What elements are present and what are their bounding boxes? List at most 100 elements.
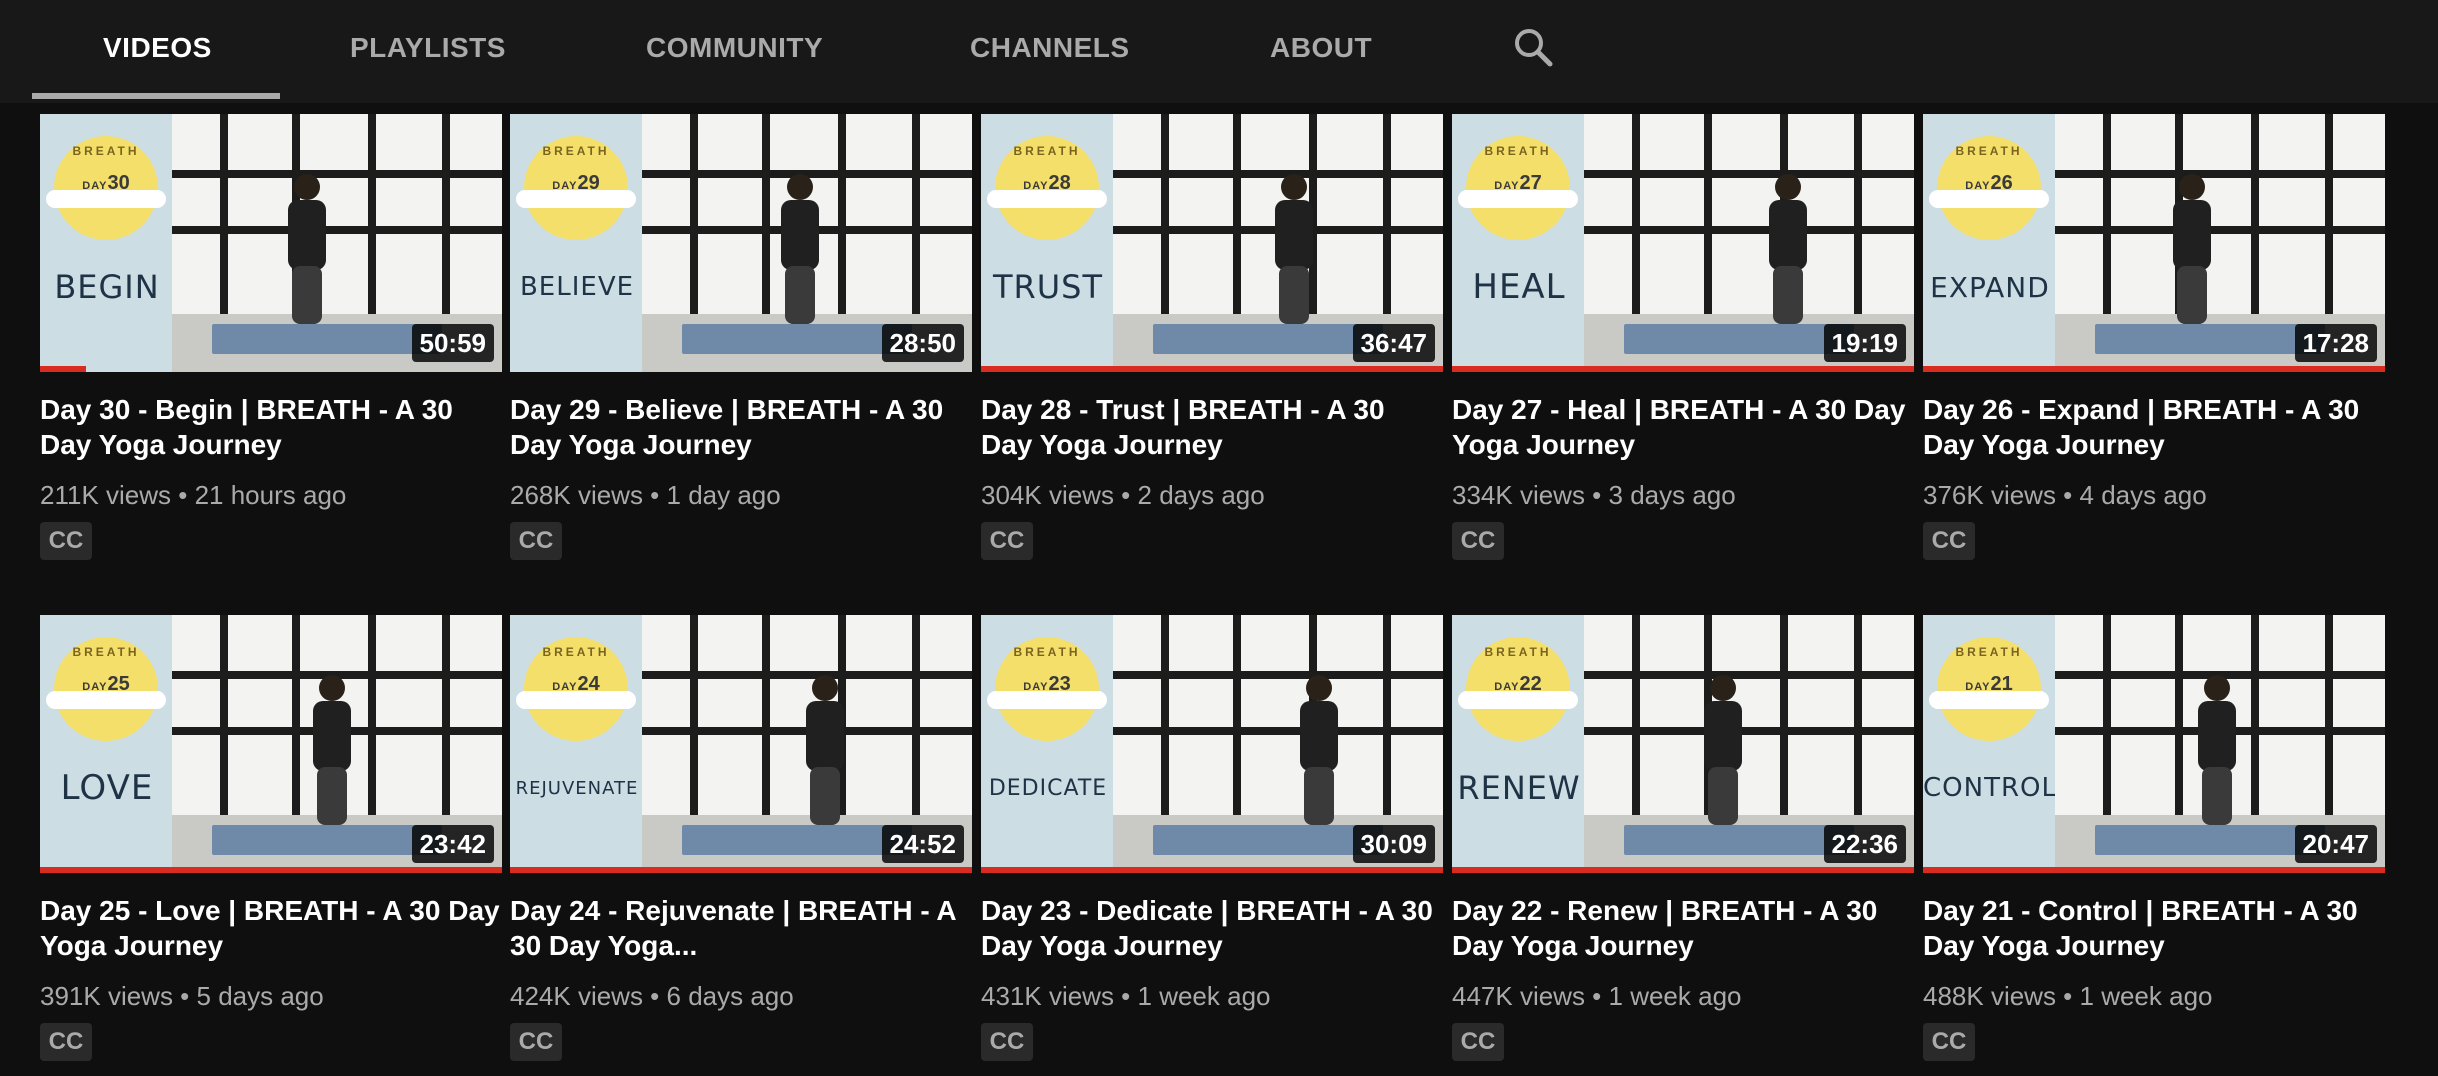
person-body (1300, 701, 1338, 771)
duration-badge: 36:47 (1352, 324, 1435, 362)
video-card[interactable]: BREATH DAY25 LOVE 23:42 Day 25 - Love | … (40, 615, 502, 1065)
video-title[interactable]: Day 21 - Control | BREATH - A 30 Day Yog… (1923, 893, 2385, 963)
person-legs (810, 767, 840, 825)
video-title[interactable]: Day 30 - Begin | BREATH - A 30 Day Yoga … (40, 392, 502, 462)
tab-videos[interactable]: VIDEOS (103, 32, 212, 72)
thumbnail-day-number: DAY23 (981, 673, 1113, 696)
duration-badge: 19:19 (1823, 324, 1906, 362)
series-label: BREATH (72, 645, 140, 659)
video-thumbnail[interactable]: BREATH DAY27 HEAL 19:19 (1452, 114, 1914, 372)
video-card[interactable]: BREATH DAY28 TRUST 36:47 Day 28 - Trust … (981, 114, 1443, 564)
person-legs (1279, 266, 1309, 324)
tab-about[interactable]: ABOUT (1270, 32, 1372, 72)
yoga-mat (2095, 825, 2325, 855)
video-card[interactable]: BREATH DAY30 BEGIN 50:59 Day 30 - Begin … (40, 114, 502, 564)
thumbnail-day-prefix: DAY (1965, 180, 1991, 192)
watch-progress-bar (40, 867, 502, 873)
thumbnail-day-number: DAY21 (1923, 673, 2055, 696)
yoga-mat (682, 324, 912, 354)
video-title[interactable]: Day 28 - Trust | BREATH - A 30 Day Yoga … (981, 392, 1443, 462)
yoga-mat (1153, 324, 1383, 354)
thumbnail-day-value: 29 (577, 172, 600, 194)
thumbnail-title-panel: BREATH DAY21 CONTROL (1923, 615, 2056, 873)
video-title[interactable]: Day 29 - Believe | BREATH - A 30 Day Yog… (510, 392, 972, 462)
video-thumbnail[interactable]: BREATH DAY26 EXPAND 17:28 (1923, 114, 2385, 372)
video-card[interactable]: BREATH DAY21 CONTROL 20:47 Day 21 - Cont… (1923, 615, 2385, 1065)
video-card[interactable]: BREATH DAY23 DEDICATE 30:09 Day 23 - Ded… (981, 615, 1443, 1065)
person-head (1281, 174, 1307, 200)
thumbnail-word: TRUST (992, 268, 1104, 306)
video-metadata: 447K views • 1 week ago (1452, 981, 1742, 1011)
video-metadata: 268K views • 1 day ago (510, 480, 781, 510)
video-card[interactable]: BREATH DAY24 REJUVENATE 24:52 Day 24 - R… (510, 615, 972, 1065)
video-title[interactable]: Day 26 - Expand | BREATH - A 30 Day Yoga… (1923, 392, 2385, 462)
video-thumbnail[interactable]: BREATH DAY23 DEDICATE 30:09 (981, 615, 1443, 873)
person-legs (292, 266, 322, 324)
cc-badge: CC (1452, 522, 1504, 560)
series-label: BREATH (1955, 645, 2023, 659)
video-title[interactable]: Day 24 - Rejuvenate | BREATH - A 30 Day … (510, 893, 972, 963)
cc-badge: CC (1923, 1023, 1975, 1061)
video-thumbnail[interactable]: BREATH DAY28 TRUST 36:47 (981, 114, 1443, 372)
video-thumbnail[interactable]: BREATH DAY30 BEGIN 50:59 (40, 114, 502, 372)
tab-playlists[interactable]: PLAYLISTS (350, 32, 506, 72)
video-thumbnail[interactable]: BREATH DAY21 CONTROL 20:47 (1923, 615, 2385, 873)
tab-channels[interactable]: CHANNELS (970, 32, 1130, 72)
person-legs (1708, 767, 1738, 825)
person-head (812, 675, 838, 701)
thumbnail-day-prefix: DAY (1023, 180, 1049, 192)
person-body (288, 200, 326, 270)
watch-progress-bar (1452, 867, 1914, 873)
person-head (319, 675, 345, 701)
person-head (1775, 174, 1801, 200)
person-body (1769, 200, 1807, 270)
yoga-person (790, 675, 860, 825)
duration-badge: 20:47 (2294, 825, 2377, 863)
tab-community[interactable]: COMMUNITY (646, 32, 823, 72)
person-body (2173, 200, 2211, 270)
yoga-person (272, 174, 342, 324)
series-label: BREATH (542, 645, 610, 659)
video-title[interactable]: Day 22 - Renew | BREATH - A 30 Day Yoga … (1452, 893, 1914, 963)
thumbnail-word: HEAL (1472, 267, 1566, 307)
thumbnail-title-panel: BREATH DAY25 LOVE (40, 615, 172, 873)
person-legs (2202, 767, 2232, 825)
watch-progress-bar (40, 366, 86, 372)
thumbnail-title-panel: BREATH DAY22 RENEW (1452, 615, 1584, 873)
person-head (2179, 174, 2205, 200)
yoga-person (765, 174, 835, 324)
video-title[interactable]: Day 23 - Dedicate | BREATH - A 30 Day Yo… (981, 893, 1443, 963)
video-thumbnail[interactable]: BREATH DAY24 REJUVENATE 24:52 (510, 615, 972, 873)
yoga-person (1753, 174, 1823, 324)
duration-badge: 17:28 (2294, 324, 2377, 362)
thumbnail-day-prefix: DAY (82, 180, 108, 192)
duration-badge: 30:09 (1352, 825, 1435, 863)
video-card[interactable]: BREATH DAY27 HEAL 19:19 Day 27 - Heal | … (1452, 114, 1914, 564)
video-card[interactable]: BREATH DAY29 BELIEVE 28:50 Day 29 - Beli… (510, 114, 972, 564)
video-title[interactable]: Day 27 - Heal | BREATH - A 30 Day Yoga J… (1452, 392, 1914, 462)
video-thumbnail[interactable]: BREATH DAY29 BELIEVE 28:50 (510, 114, 972, 372)
video-card[interactable]: BREATH DAY22 RENEW 22:36 Day 22 - Renew … (1452, 615, 1914, 1065)
thumbnail-day-value: 28 (1048, 172, 1071, 194)
thumbnail-day-prefix: DAY (1965, 681, 1991, 693)
thumbnail-title-panel: BREATH DAY23 DEDICATE (981, 615, 1113, 873)
thumbnail-day-prefix: DAY (82, 681, 108, 693)
video-card[interactable]: BREATH DAY26 EXPAND 17:28 Day 26 - Expan… (1923, 114, 2385, 564)
thumbnail-day-value: 23 (1048, 673, 1071, 695)
video-metadata: 391K views • 5 days ago (40, 981, 324, 1011)
yoga-mat (2095, 324, 2325, 354)
series-label: BREATH (1484, 645, 1552, 659)
search-icon[interactable] (1510, 24, 1556, 70)
thumbnail-word: EXPAND (1930, 270, 2050, 304)
person-legs (317, 767, 347, 825)
video-thumbnail[interactable]: BREATH DAY22 RENEW 22:36 (1452, 615, 1914, 873)
yoga-person (2157, 174, 2227, 324)
thumbnail-day-value: 30 (107, 172, 130, 194)
person-head (1306, 675, 1332, 701)
person-legs (785, 266, 815, 324)
thumbnail-title-panel: BREATH DAY30 BEGIN (40, 114, 172, 372)
video-title[interactable]: Day 25 - Love | BREATH - A 30 Day Yoga J… (40, 893, 502, 963)
thumbnail-day-prefix: DAY (552, 681, 578, 693)
video-thumbnail[interactable]: BREATH DAY25 LOVE 23:42 (40, 615, 502, 873)
video-metadata: 334K views • 3 days ago (1452, 480, 1736, 510)
